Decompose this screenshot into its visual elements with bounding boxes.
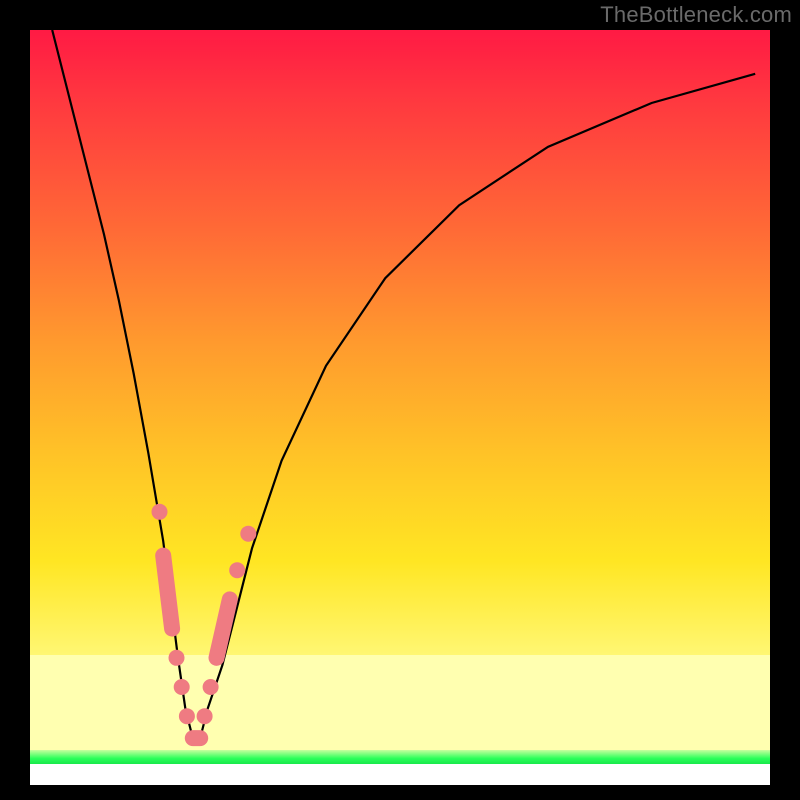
plot-area xyxy=(30,30,770,785)
marker-dot xyxy=(174,679,190,695)
marker-group xyxy=(152,504,257,738)
marker-dot xyxy=(203,679,219,695)
marker-pill xyxy=(163,556,172,629)
marker-dot xyxy=(169,650,185,666)
marker-pill xyxy=(217,599,230,657)
bottleneck-curve xyxy=(52,30,755,738)
chart-svg xyxy=(30,30,770,785)
curve-group xyxy=(52,30,755,738)
marker-dot xyxy=(197,708,213,724)
marker-dot xyxy=(179,708,195,724)
marker-dot xyxy=(240,526,256,542)
outer-frame: TheBottleneck.com xyxy=(0,0,800,800)
marker-dot xyxy=(152,504,168,520)
watermark-text: TheBottleneck.com xyxy=(600,2,792,28)
marker-dot xyxy=(229,562,245,578)
